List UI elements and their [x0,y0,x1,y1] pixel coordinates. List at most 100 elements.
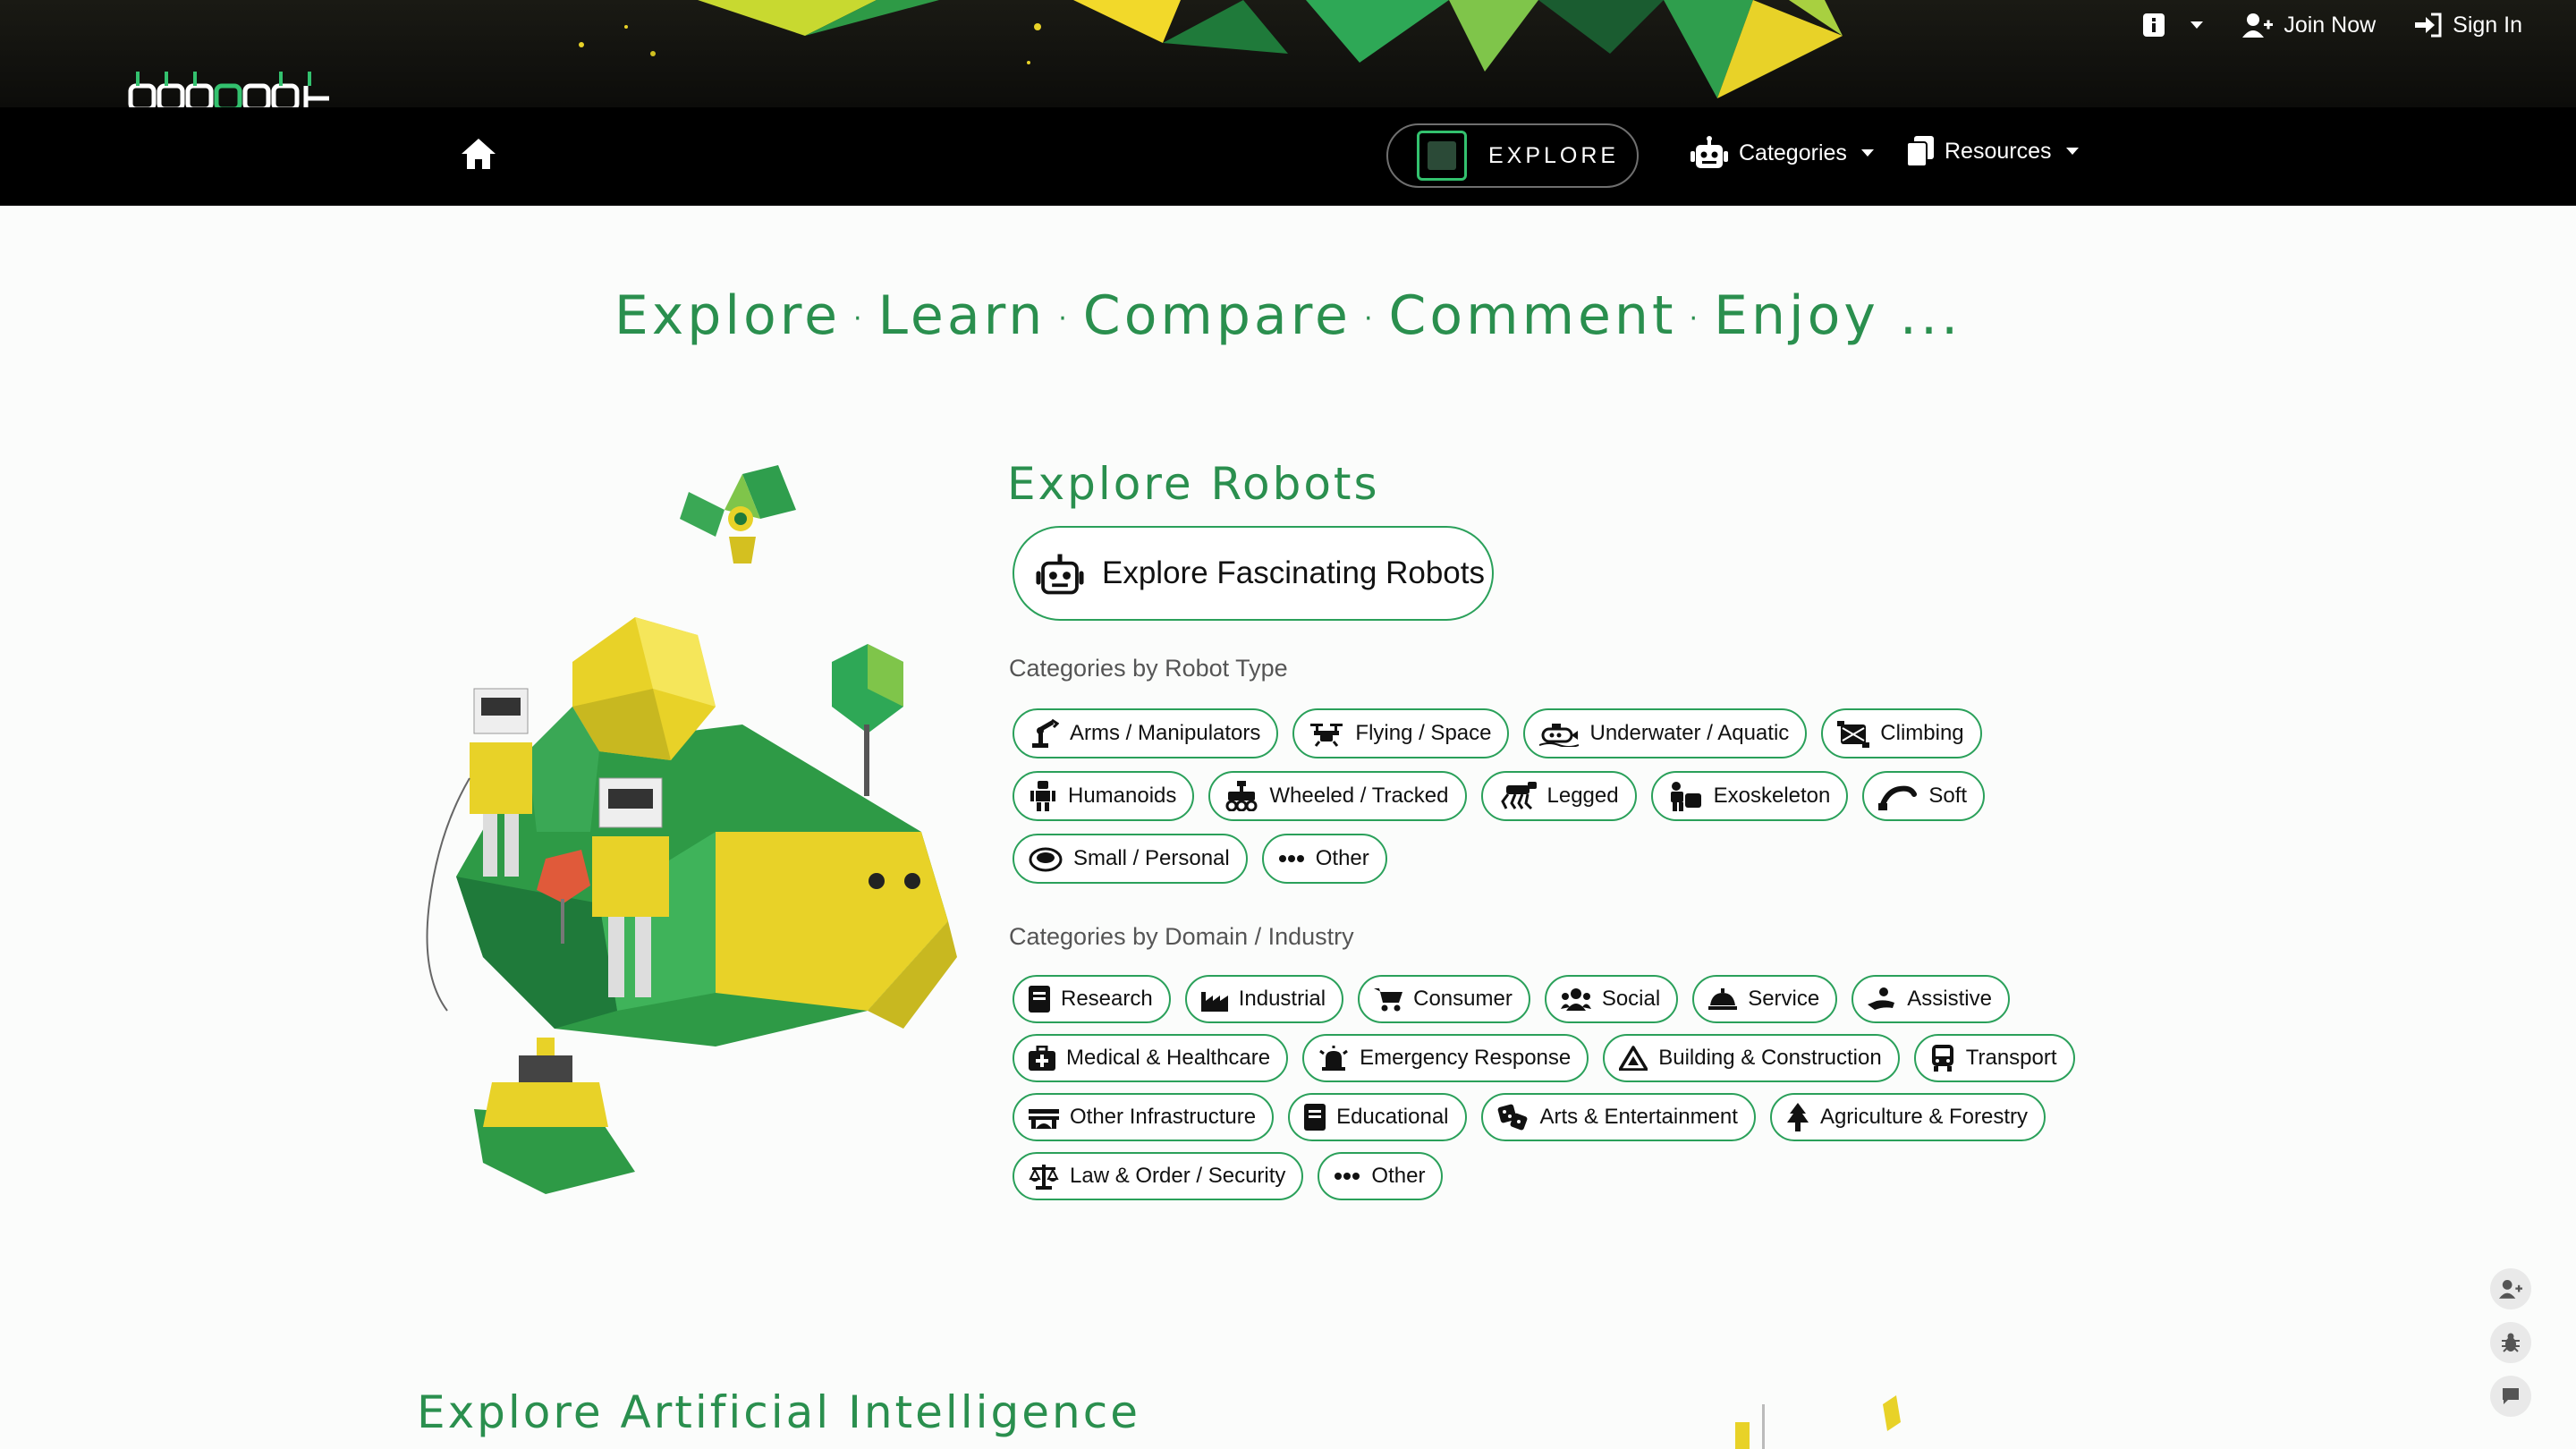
bug-icon [2502,1333,2520,1352]
chip-label: Other [1315,846,1369,870]
chip-flying-space[interactable]: Flying / Space [1292,708,1510,758]
bridge-icon [1029,1109,1059,1129]
chip-label: Industrial [1238,987,1326,1011]
chip-other-infrastructure[interactable]: Other Infrastructure [1013,1093,1275,1141]
chip-label: Climbing [1880,721,1964,745]
feedback-chat-button[interactable] [2490,1376,2531,1417]
explore-label: EXPLORE [1488,142,1620,168]
chip-wheeled-tracked[interactable]: Wheeled / Tracked [1208,771,1467,821]
report-bug-button[interactable] [2490,1322,2531,1363]
explore-ai-title: Explore Artificial Intelligence [417,1386,1140,1438]
robot-type-chips: Arms / Manipulators Flying / Space Under… [1013,708,1986,896]
chip-label: Assistive [1907,987,1992,1011]
drone-icon [1310,724,1343,747]
main-navbar [0,107,2576,206]
robot-icon [1690,136,1728,168]
add-user-icon [2499,1280,2522,1299]
resources-label: Resources [1945,138,2052,164]
chip-other-robot-type[interactable]: Other [1261,834,1387,884]
chip-label: Consumer [1413,987,1513,1011]
chip-label: Social [1601,987,1661,1011]
tagline-learn: Learn [877,284,1046,347]
chip-label: Building & Construction [1658,1046,1882,1070]
sign-in-link[interactable]: Sign In [2415,13,2522,38]
robot-icon [1036,554,1084,595]
chip-label: Exoskeleton [1713,784,1831,808]
chip-legged[interactable]: Legged [1480,771,1637,821]
chip-label: Humanoids [1068,784,1177,808]
chip-label: Flying / Space [1355,721,1492,745]
chip-label: Arts & Entertainment [1539,1105,1738,1129]
chip-emergency-response[interactable]: Emergency Response [1302,1034,1589,1082]
chip-soft[interactable]: Soft [1862,771,1986,821]
chip-label: Transport [1965,1046,2057,1070]
chip-label: Soft [1928,784,1968,808]
exoskeleton-icon [1670,782,1701,811]
chip-label: Service [1748,987,1820,1011]
tagline-compare: Compare [1082,284,1352,347]
chip-arts-entertainment[interactable]: Arts & Entertainment [1480,1093,1756,1141]
join-now-link[interactable]: Join Now [2242,13,2376,38]
chip-label: Emergency Response [1360,1046,1572,1070]
tagline-explore: Explore [614,284,841,347]
chip-small-personal[interactable]: Small / Personal [1013,834,1248,884]
separator-dot: · [1363,302,1377,335]
warning-triangle-icon [1619,1046,1648,1071]
categories-label: Categories [1739,140,1847,165]
chip-service[interactable]: Service [1692,975,1838,1023]
chip-medical-healthcare[interactable]: Medical & Healthcare [1013,1034,1289,1082]
chip-label: Other Infrastructure [1070,1105,1257,1129]
chip-social[interactable]: Social [1544,975,1679,1023]
explore-robots-title: Explore Robots [1007,458,1380,510]
robot-dog-icon [1500,782,1537,810]
ellipsis-icon [1278,855,1304,862]
chip-consumer[interactable]: Consumer [1358,975,1530,1023]
chip-label: Medical & Healthcare [1066,1046,1271,1070]
chip-label: Educational [1336,1105,1449,1129]
chip-industrial[interactable]: Industrial [1184,975,1344,1023]
chip-label: Wheeled / Tracked [1269,784,1449,808]
chip-exoskeleton[interactable]: Exoskeleton [1650,771,1849,821]
ellipsis-icon [1335,1173,1360,1180]
chip-label: Research [1061,987,1153,1011]
invite-user-button[interactable] [2490,1268,2531,1309]
chip-agriculture-forestry[interactable]: Agriculture & Forestry [1769,1093,2046,1141]
explore-button[interactable]: EXPLORE [1386,123,1639,188]
chip-research[interactable]: Research [1013,975,1171,1023]
tagline-comment: Comment [1388,284,1677,347]
explore-fascinating-robots-button[interactable]: Explore Fascinating Robots [1013,526,1494,621]
site-logo[interactable] [127,63,351,107]
home-icon[interactable] [460,136,497,172]
robots-island-illustration [426,465,957,1194]
humanoid-icon [1030,781,1055,811]
sign-in-label: Sign In [2453,12,2522,38]
chip-label: Agriculture & Forestry [1819,1105,2029,1129]
medical-kit-icon [1029,1046,1055,1071]
sign-in-icon [2415,13,2442,38]
chip-label: Small / Personal [1073,846,1230,870]
info-menu[interactable] [2142,13,2204,38]
chip-climbing[interactable]: Climbing [1821,708,1982,758]
chip-arms-manipulators[interactable]: Arms / Manipulators [1013,708,1279,758]
robot-vacuum-icon [1029,847,1063,872]
chip-humanoids[interactable]: Humanoids [1013,771,1195,821]
chip-educational[interactable]: Educational [1288,1093,1467,1141]
chevron-down-icon [2190,21,2204,29]
robot-arm-icon [1032,718,1059,748]
documents-icon [1907,136,1934,166]
chip-assistive[interactable]: Assistive [1852,975,2010,1023]
chip-other-domain[interactable]: Other [1318,1152,1444,1200]
dice-icon [1497,1104,1527,1131]
chip-law-order-security[interactable]: Law & Order / Security [1013,1152,1304,1200]
resources-menu[interactable]: Resources [1907,136,2079,166]
domain-chips: Research Industrial Consumer Social Serv… [1013,975,2075,1211]
top-banner: Join Now Sign In [0,0,2576,107]
siren-icon [1319,1046,1349,1071]
chip-underwater-aquatic[interactable]: Underwater / Aquatic [1523,708,1808,758]
chip-label: Underwater / Aquatic [1589,721,1790,745]
chip-transport[interactable]: Transport [1913,1034,2075,1082]
chip-label: Legged [1546,784,1619,808]
categories-menu[interactable]: Categories [1690,136,1874,170]
separator-dot: · [1689,302,1702,335]
chip-building-construction[interactable]: Building & Construction [1603,1034,1900,1082]
